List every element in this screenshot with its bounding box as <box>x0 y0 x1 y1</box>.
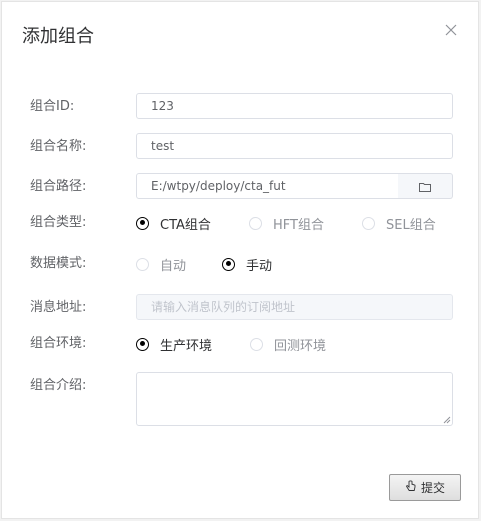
desc-label: 组合介绍: <box>30 378 87 393</box>
radio-sel-label: SEL组合 <box>386 217 436 233</box>
radio-manual-label: 手动 <box>246 258 273 274</box>
radio-auto-label: 自动 <box>160 258 187 274</box>
dialog-title: 添加组合 <box>22 26 94 47</box>
submit-button[interactable]: 提交 <box>389 474 461 501</box>
radio-dot <box>249 216 262 230</box>
submit-label: 提交 <box>420 481 445 495</box>
mode-row: 数据模式: 自动 手动 <box>2 250 478 278</box>
add-portfolio-dialog: 添加组合 组合ID: 123 组合名称: test 组合路径: E:/wtpy/… <box>1 1 479 519</box>
mode-label: 数据模式: <box>30 256 87 271</box>
close-icon[interactable] <box>444 22 458 36</box>
name-input[interactable]: test <box>136 133 453 159</box>
mq-row: 消息地址: 请输入消息队列的订阅地址 <box>2 294 478 322</box>
hand-pointer-icon <box>405 480 421 495</box>
folder-icon <box>419 177 431 196</box>
radio-backtest-label: 回测环境 <box>274 338 327 354</box>
mq-label: 消息地址: <box>30 300 87 315</box>
radio-dot <box>136 337 149 351</box>
radio-hft-label: HFT组合 <box>273 217 324 233</box>
mq-address-input[interactable]: 请输入消息队列的订阅地址 <box>136 294 453 320</box>
radio-sel[interactable]: SEL组合 <box>362 209 436 237</box>
path-label: 组合路径: <box>30 179 87 194</box>
radio-cta[interactable]: CTA组合 <box>136 209 211 237</box>
radio-production-label: 生产环境 <box>160 338 213 354</box>
radio-dot <box>250 337 263 351</box>
id-row: 组合ID: 123 <box>2 93 478 121</box>
type-row: 组合类型: CTA组合 HFT组合 SEL组合 <box>2 209 478 237</box>
env-row: 组合环境: 生产环境 回测环境 <box>2 330 478 358</box>
env-label: 组合环境: <box>30 336 87 351</box>
id-label: 组合ID: <box>30 99 75 114</box>
type-label: 组合类型: <box>30 215 87 230</box>
radio-cta-label: CTA组合 <box>160 217 211 233</box>
radio-dot <box>362 216 375 230</box>
description-textarea[interactable] <box>136 372 453 426</box>
radio-dot <box>136 257 149 271</box>
name-row: 组合名称: test <box>2 133 478 161</box>
radio-hft[interactable]: HFT组合 <box>249 209 324 237</box>
desc-row: 组合介绍: <box>2 372 478 426</box>
radio-auto[interactable]: 自动 <box>136 250 186 278</box>
name-label: 组合名称: <box>30 139 87 154</box>
radio-dot <box>136 216 149 230</box>
id-input[interactable]: 123 <box>136 93 453 119</box>
radio-dot <box>222 257 235 271</box>
radio-manual[interactable]: 手动 <box>222 250 272 278</box>
path-input[interactable]: E:/wtpy/deploy/cta_fut <box>136 173 399 199</box>
resize-handle-icon[interactable] <box>443 416 451 424</box>
path-row: 组合路径: E:/wtpy/deploy/cta_fut <box>2 173 478 201</box>
radio-backtest[interactable]: 回测环境 <box>250 330 326 358</box>
browse-folder-button[interactable] <box>398 173 453 199</box>
radio-production[interactable]: 生产环境 <box>136 330 212 358</box>
